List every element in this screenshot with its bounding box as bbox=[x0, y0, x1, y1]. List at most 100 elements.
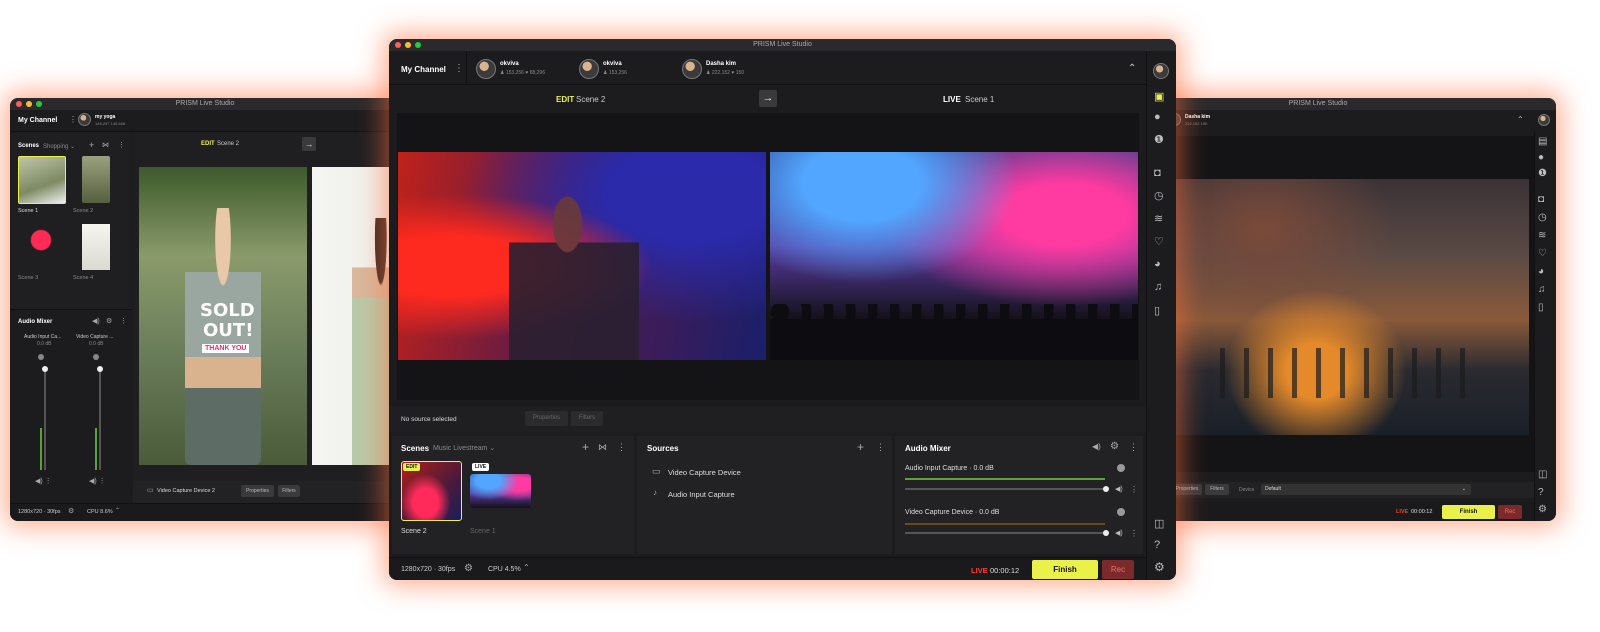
more-icon[interactable]: ⋮ bbox=[69, 115, 77, 124]
slider-knob[interactable] bbox=[1103, 530, 1109, 536]
chevron-up-icon[interactable]: ⌃ bbox=[1128, 63, 1136, 74]
fader-knob[interactable] bbox=[42, 366, 48, 372]
volume-fader[interactable] bbox=[99, 370, 101, 470]
gear-icon[interactable]: ⚙ bbox=[1154, 560, 1165, 574]
more-icon[interactable]: ⋮ bbox=[118, 141, 125, 149]
scene-thumb-1[interactable] bbox=[18, 156, 66, 204]
alert-icon[interactable]: ❶ bbox=[1154, 133, 1164, 146]
channel-label[interactable]: My Channel bbox=[18, 117, 57, 124]
speaker-icon[interactable]: ◀) ⋮ bbox=[89, 477, 106, 485]
timer-icon[interactable]: ◷ bbox=[1538, 212, 1547, 223]
help-icon[interactable]: ? bbox=[1154, 539, 1160, 551]
mute-toggle[interactable] bbox=[1117, 508, 1125, 516]
help-icon[interactable]: ? bbox=[1538, 487, 1544, 498]
chevron-up-icon[interactable]: ⌃ bbox=[523, 563, 530, 572]
avatar[interactable] bbox=[579, 59, 599, 79]
music-icon[interactable]: ♫ bbox=[1538, 284, 1546, 295]
volume-slider[interactable] bbox=[905, 488, 1105, 490]
slider-knob[interactable] bbox=[1103, 486, 1109, 492]
finish-button[interactable]: Finish bbox=[1032, 560, 1098, 579]
properties-button[interactable]: Properties bbox=[525, 411, 568, 426]
chat-icon[interactable]: ● bbox=[1538, 152, 1544, 163]
profile-avatar[interactable] bbox=[1538, 114, 1550, 126]
more-icon[interactable]: ⋮ bbox=[120, 317, 127, 325]
scene-thumb-4[interactable] bbox=[82, 224, 110, 270]
speaker-icon[interactable]: ◀) ⋮ bbox=[35, 477, 52, 485]
filters-button[interactable]: Filters bbox=[278, 485, 300, 497]
speaker-icon[interactable]: ◀) bbox=[1092, 442, 1101, 451]
zoom-dot[interactable] bbox=[36, 101, 42, 107]
more-icon[interactable]: ⋮ bbox=[617, 442, 626, 453]
chevron-up-icon[interactable]: ⌃ bbox=[115, 507, 120, 514]
scene-collection[interactable]: Shopping ⌄ bbox=[43, 143, 75, 150]
add-icon[interactable]: + bbox=[89, 140, 94, 150]
device-icon[interactable]: ▯ bbox=[1154, 304, 1160, 317]
panel-icon[interactable]: ◫ bbox=[1538, 469, 1547, 480]
transition-arrow-button[interactable]: → bbox=[302, 137, 316, 151]
rec-button[interactable]: Rec bbox=[1498, 505, 1522, 519]
panel-icon[interactable]: ◫ bbox=[1154, 517, 1164, 530]
source-item[interactable]: Video Capture Device bbox=[668, 468, 741, 477]
close-dot[interactable] bbox=[16, 101, 22, 107]
more-icon[interactable]: ⋮ bbox=[1130, 485, 1138, 494]
gear-icon[interactable]: ⚙ bbox=[68, 507, 74, 515]
speaker-icon[interactable]: ◀) bbox=[92, 317, 100, 325]
heart-icon[interactable]: ♡ bbox=[1538, 248, 1547, 259]
scene-thumb-3[interactable] bbox=[30, 224, 52, 270]
device-select[interactable]: Default ⌄ bbox=[1261, 484, 1471, 495]
gear-icon[interactable]: ⚙ bbox=[464, 563, 473, 574]
profile-avatar[interactable] bbox=[1153, 63, 1169, 79]
camera-icon[interactable]: ◘ bbox=[1154, 167, 1161, 179]
avatar[interactable] bbox=[476, 59, 496, 79]
transition-arrow-button[interactable]: → bbox=[759, 90, 777, 107]
signal-icon[interactable]: ≋ bbox=[1538, 230, 1546, 241]
scene-collection[interactable]: Music Livestream ⌄ bbox=[433, 444, 495, 452]
more-icon[interactable]: ⋮ bbox=[454, 63, 464, 74]
close-dot[interactable] bbox=[395, 42, 401, 48]
heart-icon[interactable]: ♡ bbox=[1154, 235, 1164, 248]
source-item[interactable]: Audio Input Capture bbox=[668, 490, 735, 499]
filters-button[interactable]: Filters bbox=[571, 411, 603, 426]
layout-icon[interactable]: ▣ bbox=[1154, 90, 1164, 103]
chat-icon[interactable]: ● bbox=[1154, 111, 1161, 123]
more-icon[interactable]: ⋮ bbox=[1129, 442, 1138, 453]
device-icon[interactable]: ▯ bbox=[1538, 302, 1544, 313]
speaker-icon[interactable]: ◀) bbox=[1115, 529, 1123, 537]
timer-icon[interactable]: ◷ bbox=[1154, 189, 1164, 202]
scene-thumb-live[interactable] bbox=[470, 474, 531, 508]
camera-icon[interactable]: ◘ bbox=[1538, 194, 1544, 205]
channel-label[interactable]: My Channel bbox=[401, 65, 446, 74]
more-icon[interactable]: ⋮ bbox=[876, 442, 885, 453]
more-icon[interactable]: ⋮ bbox=[1130, 529, 1138, 538]
signal-icon[interactable]: ≋ bbox=[1154, 212, 1163, 225]
speaker-icon[interactable]: ◀) bbox=[1115, 485, 1123, 493]
palette-icon[interactable]: ◕ bbox=[1538, 266, 1544, 277]
fader-knob[interactable] bbox=[97, 366, 103, 372]
minimize-dot[interactable] bbox=[26, 101, 32, 107]
palette-icon[interactable]: ◕ bbox=[1154, 258, 1161, 270]
filters-button[interactable]: Filters bbox=[1205, 484, 1229, 495]
finish-button[interactable]: Finish bbox=[1442, 505, 1495, 519]
add-icon[interactable]: + bbox=[857, 440, 864, 454]
rec-button[interactable]: Rec bbox=[1102, 560, 1134, 579]
properties-button[interactable]: Properties bbox=[1172, 484, 1202, 495]
properties-button[interactable]: Properties bbox=[241, 485, 274, 497]
avatar[interactable] bbox=[682, 59, 702, 79]
add-icon[interactable]: + bbox=[582, 440, 589, 454]
gear-icon[interactable]: ⚙ bbox=[106, 317, 112, 325]
layout-icon[interactable]: ▤ bbox=[1538, 136, 1547, 147]
alert-icon[interactable]: ❶ bbox=[1538, 168, 1547, 179]
music-icon[interactable]: ♫ bbox=[1154, 281, 1162, 293]
gear-icon[interactable]: ⚙ bbox=[1110, 441, 1119, 452]
volume-slider[interactable] bbox=[905, 532, 1105, 534]
scene-thumb-2[interactable] bbox=[82, 156, 110, 203]
transition-icon[interactable]: ⋈ bbox=[598, 442, 607, 453]
minimize-dot[interactable] bbox=[405, 42, 411, 48]
mute-toggle[interactable] bbox=[1117, 464, 1125, 472]
chevron-up-icon[interactable]: ⌃ bbox=[1517, 115, 1524, 124]
avatar[interactable] bbox=[78, 113, 91, 126]
zoom-dot[interactable] bbox=[415, 42, 421, 48]
volume-fader[interactable] bbox=[44, 370, 46, 470]
transition-icon[interactable]: ⋈ bbox=[102, 141, 109, 149]
gear-icon[interactable]: ⚙ bbox=[1538, 504, 1547, 515]
